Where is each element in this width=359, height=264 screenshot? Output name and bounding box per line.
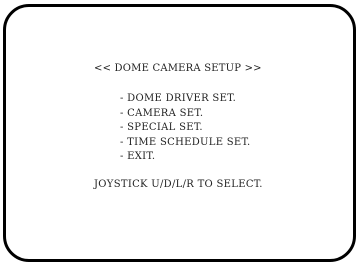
menu-item-exit[interactable]: - EXIT.: [120, 150, 251, 165]
osd-screen: << DOME CAMERA SETUP >> - DOME DRIVER SE…: [3, 4, 356, 262]
menu-item-time-schedule-set[interactable]: - TIME SCHEDULE SET.: [120, 136, 251, 151]
menu-item-dome-driver-set[interactable]: - DOME DRIVER SET.: [120, 92, 251, 107]
menu-item-camera-set[interactable]: - CAMERA SET.: [120, 107, 251, 122]
joystick-hint: JOYSTICK U/D/L/R TO SELECT.: [94, 179, 263, 190]
menu-item-special-set[interactable]: - SPECIAL SET.: [120, 121, 251, 136]
menu-title: << DOME CAMERA SETUP >>: [94, 63, 262, 74]
setup-menu: - DOME DRIVER SET. - CAMERA SET. - SPECI…: [120, 92, 251, 165]
